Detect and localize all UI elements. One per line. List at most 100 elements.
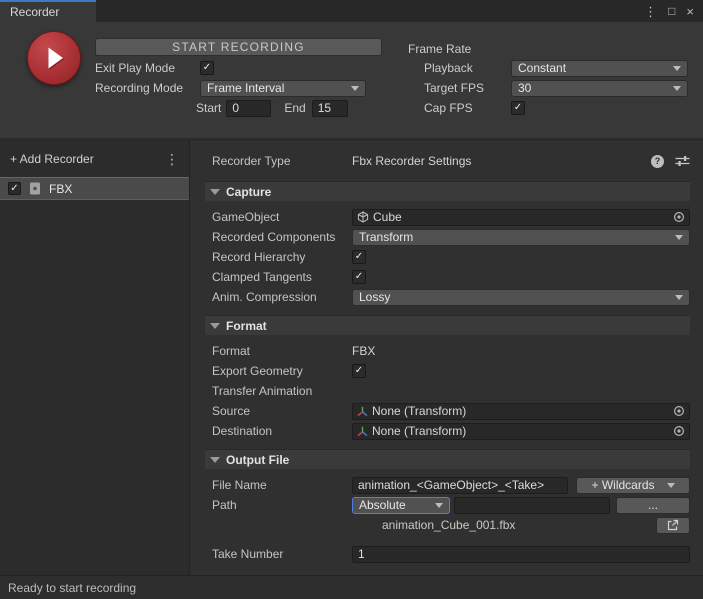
object-picker-icon[interactable] [673, 211, 685, 223]
gameobject-object-field[interactable]: Cube [352, 209, 690, 226]
frame-rate-title: Frame Rate [408, 40, 688, 58]
frame-interval-row: Start 0 End 15 [95, 98, 382, 118]
recorder-window: Recorder ⋮ □ × START RECORDING Exit Play… [0, 0, 703, 599]
chevron-down-icon [667, 483, 675, 488]
browse-button[interactable]: ... [616, 497, 690, 514]
format-row: Format FBX [212, 341, 690, 361]
help-icon[interactable]: ? [651, 155, 664, 168]
check-icon: ✓ [10, 184, 18, 194]
clamped-tangents-checkbox[interactable]: ✓ [352, 270, 366, 284]
path-row: Path Absolute ... [212, 495, 690, 515]
recorded-components-dropdown[interactable]: Transform [352, 229, 690, 246]
playback-row: Playback Constant [408, 58, 688, 78]
window-controls: ⋮ □ × [644, 0, 703, 22]
path-field[interactable] [454, 497, 610, 514]
cap-fps-row: Cap FPS ✓ [408, 98, 688, 118]
start-frame-field[interactable]: 0 [226, 100, 271, 117]
take-number-label: Take Number [212, 547, 352, 561]
maximize-icon[interactable]: □ [668, 5, 675, 17]
chevron-down-icon [675, 235, 683, 240]
format-section-header[interactable]: Format [205, 315, 690, 335]
recorder-enabled-checkbox[interactable]: ✓ [8, 182, 21, 195]
transform-icon [357, 426, 368, 437]
chevron-down-icon [675, 295, 683, 300]
target-fps-dropdown[interactable]: 30 [511, 80, 688, 97]
open-output-button[interactable] [656, 517, 690, 534]
start-recording-button[interactable]: START RECORDING [95, 38, 382, 56]
tab-recorder[interactable]: Recorder [0, 0, 96, 22]
chevron-down-icon [673, 86, 681, 91]
sidebar-menu-icon[interactable]: ⋮ [165, 151, 179, 168]
cap-fps-label: Cap FPS [424, 101, 511, 115]
end-frame-label: End [284, 101, 305, 115]
output-file-section-header[interactable]: Output File [205, 449, 690, 469]
window-menu-icon[interactable]: ⋮ [644, 5, 657, 18]
preset-icon[interactable] [675, 155, 690, 167]
output-file-section-title: Output File [226, 453, 289, 467]
check-icon: ✓ [355, 272, 363, 282]
wildcards-button[interactable]: + Wildcards [576, 477, 690, 494]
playback-dropdown[interactable]: Constant [511, 60, 688, 77]
anim-compression-row: Anim. Compression Lossy [212, 287, 690, 307]
recording-mode-dropdown[interactable]: Frame Interval [200, 80, 366, 97]
transport-left: START RECORDING Exit Play Mode ✓ Recordi… [95, 38, 382, 118]
target-fps-row: Target FPS 30 [408, 78, 688, 98]
status-text: Ready to start recording [8, 581, 136, 595]
recorder-type-row: Recorder Type Fbx Recorder Settings ? [212, 151, 690, 171]
take-number-row: Take Number 1 [212, 544, 690, 564]
format-label: Format [212, 344, 352, 358]
gameobject-label: GameObject [212, 210, 352, 224]
recording-mode-label: Recording Mode [95, 81, 200, 95]
recorder-type-label: Recorder Type [212, 154, 352, 168]
play-icon [39, 43, 69, 73]
capture-section-header[interactable]: Capture [205, 181, 690, 201]
frame-rate-block: Frame Rate Playback Constant Target FPS … [408, 40, 688, 118]
recorded-components-label: Recorded Components [212, 230, 352, 244]
check-icon: ✓ [514, 103, 522, 113]
tab-bar: Recorder ⋮ □ × [0, 0, 703, 22]
anim-compression-dropdown[interactable]: Lossy [352, 289, 690, 306]
recorder-list-item-fbx[interactable]: ✓ FBX [0, 177, 189, 200]
exit-play-mode-checkbox[interactable]: ✓ [200, 61, 214, 75]
export-geometry-checkbox[interactable]: ✓ [352, 364, 366, 378]
foldout-icon [210, 457, 220, 463]
capture-section-title: Capture [226, 185, 271, 199]
source-row: Source None (Transform) [212, 401, 690, 421]
destination-object-field[interactable]: None (Transform) [352, 423, 690, 440]
clamped-tangents-row: Clamped Tangents ✓ [212, 267, 690, 287]
source-object-field[interactable]: None (Transform) [352, 403, 690, 420]
destination-row: Destination None (Transform) [212, 421, 690, 441]
object-picker-icon[interactable] [673, 405, 685, 417]
main-area: + Add Recorder ⋮ ✓ FBX Recorder Type Fbx… [0, 138, 703, 575]
check-icon: ✓ [203, 63, 211, 73]
cap-fps-checkbox[interactable]: ✓ [511, 101, 525, 115]
output-preview-row: animation_Cube_001.fbx [212, 515, 690, 535]
status-bar: Ready to start recording [0, 575, 703, 599]
object-picker-icon[interactable] [673, 425, 685, 437]
path-label: Path [212, 498, 352, 512]
inspector-panel: Recorder Type Fbx Recorder Settings ? [190, 141, 703, 575]
record-button[interactable] [27, 31, 81, 85]
end-frame-field[interactable]: 15 [312, 100, 348, 117]
file-name-field[interactable]: animation_<GameObject>_<Take> [352, 477, 568, 494]
gameobject-row: GameObject Cube [212, 207, 690, 227]
foldout-icon [210, 189, 220, 195]
exit-play-mode-label: Exit Play Mode [95, 61, 200, 75]
transfer-animation-row: Transfer Animation [212, 381, 690, 401]
close-icon[interactable]: × [686, 5, 694, 18]
playback-label: Playback [424, 61, 511, 75]
recorder-list-sidebar: + Add Recorder ⋮ ✓ FBX [0, 141, 190, 575]
check-icon: ✓ [355, 252, 363, 262]
record-hierarchy-checkbox[interactable]: ✓ [352, 250, 366, 264]
path-mode-dropdown[interactable]: Absolute [352, 497, 450, 514]
tab-label: Recorder [10, 5, 59, 19]
cube-icon [357, 211, 369, 223]
take-number-field[interactable]: 1 [352, 546, 690, 563]
check-icon: ✓ [355, 366, 363, 376]
open-external-icon [667, 519, 679, 531]
source-label: Source [212, 404, 352, 418]
destination-label: Destination [212, 424, 352, 438]
add-recorder-button[interactable]: + Add Recorder [10, 152, 94, 166]
recorder-item-label: FBX [49, 182, 72, 196]
foldout-icon [210, 323, 220, 329]
